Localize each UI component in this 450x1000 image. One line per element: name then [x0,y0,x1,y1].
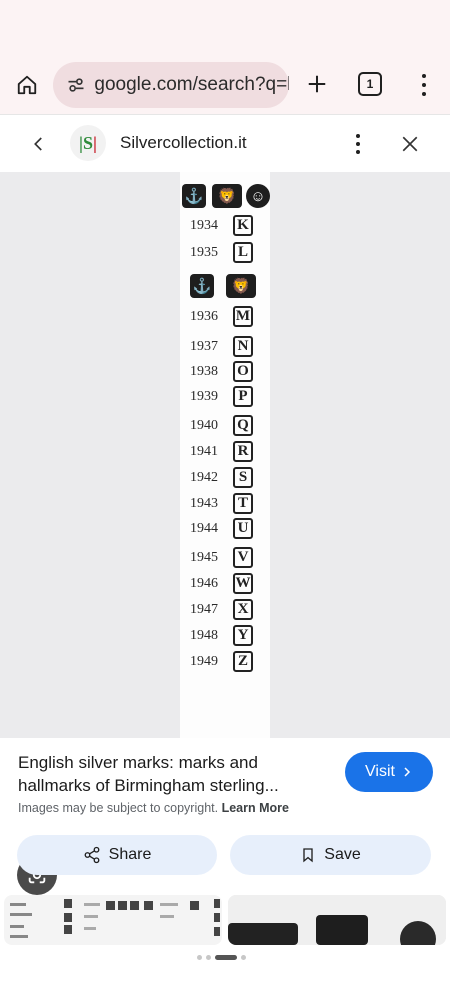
lion-mark: 🦁 [212,184,242,208]
bookmark-icon [303,848,313,863]
status-bar [0,0,450,58]
save-button[interactable]: Save [230,835,431,875]
hallmark-row: 1947 X [180,598,270,624]
tab-count: 1 [366,77,374,91]
hallmark-row: 1936 M [180,305,270,331]
tune-icon[interactable] [65,74,86,96]
url-text[interactable]: google.com/search?q=h [94,74,289,96]
chevron-right-icon [404,767,411,777]
home-button[interactable] [12,70,42,100]
hallmark-row: 1934 K [180,214,270,240]
thumbnail-art [228,895,446,945]
close-icon [402,136,418,152]
share-button[interactable]: Share [17,835,217,875]
hallmark-row: 1935 L [180,241,270,267]
hallmark-row: 1943 T [180,492,270,518]
browser-toolbar: google.com/search?q=h 1 [0,58,450,114]
hallmark-row: 1939 P [180,385,270,411]
more-vert-icon [356,134,360,138]
related-image-thumbnail[interactable] [4,895,222,945]
browser-menu-button[interactable] [414,72,434,98]
image-preview[interactable]: ⚓ 🦁 ☺ 1934 K 1935 L ⚓ 🦁 1936 M 1937 N 1938 O 1… [0,172,450,895]
share-icon [84,846,100,864]
hallmark-row: 1944 U [180,517,270,543]
more-vert-icon [422,74,426,78]
close-button[interactable] [398,132,422,156]
site-logo[interactable]: |S | [70,125,106,161]
home-icon [17,75,37,95]
related-image-thumbnail[interactable] [228,895,446,945]
result-title[interactable]: English silver marks: marks and hallmark… [18,751,318,797]
king-head-mark: ☺ [246,184,270,208]
thumbnail-art [10,899,220,938]
address-bar[interactable]: google.com/search?q=h [53,62,289,108]
hallmark-row: 1945 V [180,546,270,572]
anchor-mark: ⚓ [182,184,206,208]
hallmark-row: 1940 Q [180,414,270,440]
hallmark-row: 1937 N [180,335,270,361]
visit-button[interactable]: Visit [345,752,433,792]
site-name[interactable]: Silvercollection.it [120,133,247,153]
plus-icon [308,75,326,93]
hallmark-row: 1949 Z [180,650,270,676]
back-button[interactable] [26,131,52,157]
new-tab-button[interactable] [303,70,331,98]
page-indicator [197,955,246,960]
more-options-button[interactable] [350,131,366,157]
hallmark-row: 1946 W [180,572,270,598]
learn-more-link[interactable]: Learn More [222,801,289,815]
hallmark-row: 1948 Y [180,624,270,650]
image-viewer-header: |S | Silvercollection.it [0,114,450,172]
hallmark-row: 1942 S [180,466,270,492]
chevron-left-icon [34,137,42,151]
anchor-mark: ⚓ [190,274,214,298]
copyright-notice: Images may be subject to copyright. Lear… [18,801,289,815]
lion-mark: 🦁 [226,274,256,298]
hallmark-row: 1938 O [180,360,270,386]
hallmark-row: 1941 R [180,440,270,466]
hallmarks-image: ⚓ 🦁 ☺ 1934 K 1935 L ⚓ 🦁 1936 M 1937 N 1938 O 1… [180,172,270,738]
tab-switcher-button[interactable]: 1 [358,72,382,96]
